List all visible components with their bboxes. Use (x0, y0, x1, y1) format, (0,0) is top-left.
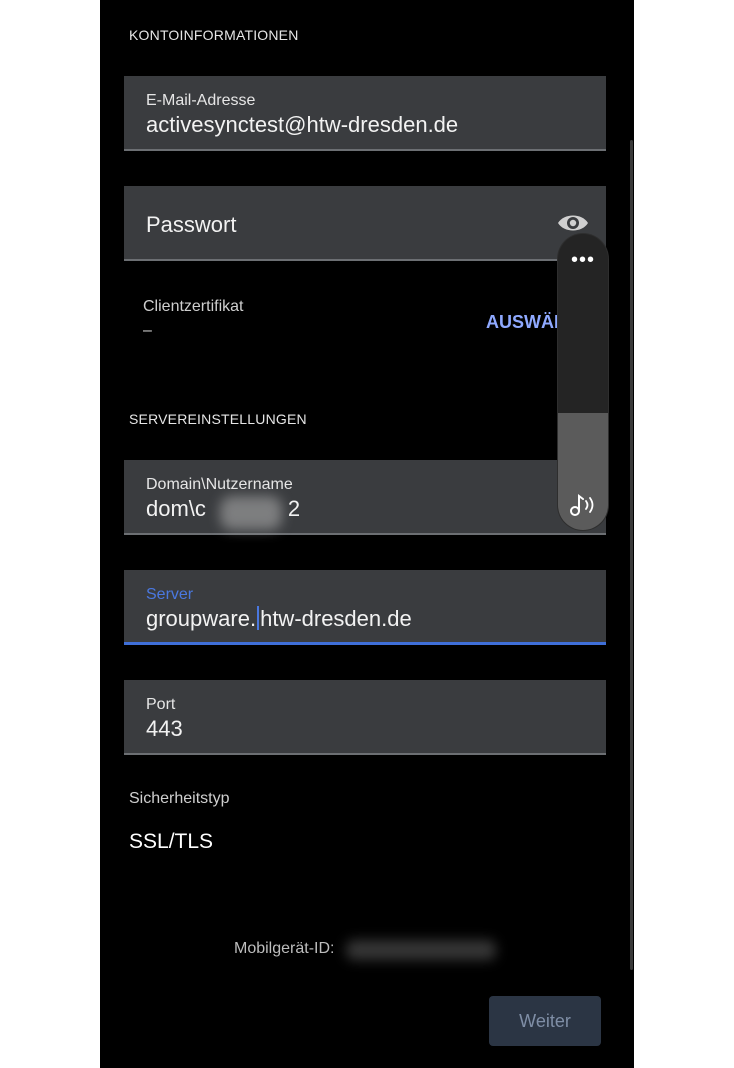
server-section-title: SERVEREINSTELLUNGEN (129, 411, 307, 427)
domain-username-field[interactable]: Domain\Nutzername dom\c 2 (124, 460, 606, 535)
redaction-blur (220, 496, 282, 530)
select-certificate-link[interactable]: AUSWÄHLEN (486, 312, 560, 333)
email-field[interactable]: E-Mail-Adresse activesynctest@htw-dresde… (124, 76, 606, 151)
client-certificate-value: – (143, 322, 152, 339)
more-dots-icon[interactable]: ••• (558, 250, 608, 270)
client-certificate-label: Clientzertifikat (143, 298, 244, 315)
domain-username-label: Domain\Nutzername (146, 476, 293, 493)
device-id-label: Mobilgerät-ID: (234, 940, 335, 957)
next-button[interactable]: Weiter (489, 996, 601, 1046)
server-field[interactable]: Server groupware. htw-dresden.de (124, 570, 606, 645)
server-value: groupware. htw-dresden.de (146, 606, 412, 631)
port-value: 443 (146, 716, 183, 741)
device-id-row: Mobilgerät-ID: (234, 940, 334, 958)
port-field[interactable]: Port 443 (124, 680, 606, 755)
text-caret (257, 606, 260, 630)
security-type-label: Sicherheitstyp (129, 790, 230, 807)
volume-panel[interactable]: ••• (558, 234, 608, 530)
password-field[interactable]: Passwort (124, 186, 606, 261)
server-label: Server (146, 586, 194, 603)
password-placeholder: Passwort (146, 212, 237, 237)
email-value: activesynctest@htw-dresden.de (146, 112, 459, 137)
port-label: Port (146, 696, 176, 713)
scrollbar[interactable] (630, 140, 633, 970)
email-label: E-Mail-Adresse (146, 92, 256, 109)
music-note-icon[interactable] (569, 492, 597, 518)
account-section-title: KONTOINFORMATIONEN (129, 27, 299, 43)
security-type-value: SSL/TLS (129, 830, 214, 853)
phone-screen: KONTOINFORMATIONEN E-Mail-Adresse active… (100, 0, 634, 1068)
device-id-redaction (346, 940, 496, 960)
